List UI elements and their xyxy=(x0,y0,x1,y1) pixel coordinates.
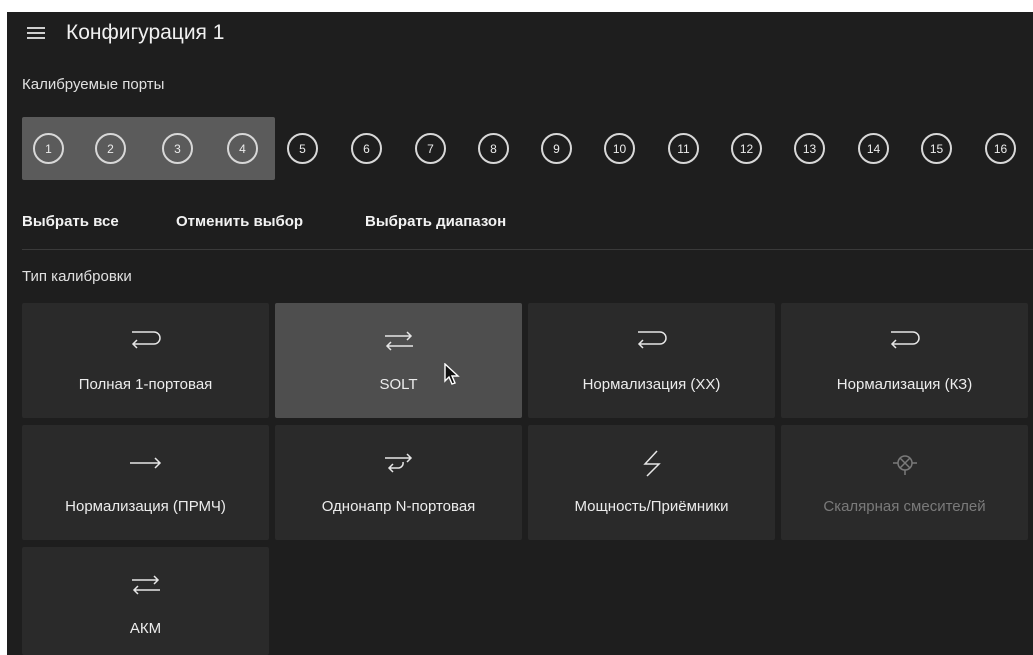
bidirectional-arrows-icon xyxy=(131,575,160,595)
port-9-button[interactable]: 9 xyxy=(541,133,572,164)
deselect-button[interactable]: Отменить выбор xyxy=(176,213,303,230)
tile-label: Мощность/Приёмники xyxy=(574,498,729,515)
tile-akm[interactable]: АКМ xyxy=(22,547,269,655)
port-15-button[interactable]: 15 xyxy=(921,133,952,164)
right-arrow-icon xyxy=(129,457,161,469)
tile-normalization-open[interactable]: Нормализация (XX) xyxy=(528,303,775,418)
one-path-arrow-icon xyxy=(384,453,412,473)
tile-normalization-transmission[interactable]: Нормализация (ПРМЧ) xyxy=(22,425,269,540)
tile-power-receivers[interactable]: Мощность/Приёмники xyxy=(528,425,775,540)
port-16-button[interactable]: 16 xyxy=(985,133,1016,164)
port-12-button[interactable]: 12 xyxy=(731,133,762,164)
port-11-button[interactable]: 11 xyxy=(668,133,699,164)
divider xyxy=(22,249,1033,250)
tile-scalar-mixer[interactable]: Скалярная смесителей xyxy=(781,425,1028,540)
port-2-button[interactable]: 2 xyxy=(95,133,126,164)
tile-label: Нормализация (ПРМЧ) xyxy=(65,498,226,515)
page-title: Конфигурация 1 xyxy=(66,21,225,44)
select-range-button[interactable]: Выбрать диапазон xyxy=(365,213,506,230)
port-1-button[interactable]: 1 xyxy=(33,133,64,164)
port-14-button[interactable]: 14 xyxy=(858,133,889,164)
tile-label: Однонапр N-портовая xyxy=(321,498,476,515)
port-13-button[interactable]: 13 xyxy=(794,133,825,164)
port-7-button[interactable]: 7 xyxy=(415,133,446,164)
lightning-icon xyxy=(642,450,661,477)
port-6-button[interactable]: 6 xyxy=(351,133,382,164)
u-turn-icon xyxy=(131,331,161,349)
hamburger-menu-icon[interactable] xyxy=(27,27,45,39)
port-4-button[interactable]: 4 xyxy=(227,133,258,164)
tile-label: SOLT xyxy=(379,376,418,393)
u-turn-icon xyxy=(890,331,920,349)
tile-label: Нормализация (XX) xyxy=(582,376,721,393)
tile-label: Нормализация (КЗ) xyxy=(836,376,973,393)
tile-full-1-port[interactable]: Полная 1-портовая xyxy=(22,303,269,418)
tile-one-path-n-port[interactable]: Однонапр N-портовая xyxy=(275,425,522,540)
header: Конфигурация 1 xyxy=(7,12,1033,54)
port-8-button[interactable]: 8 xyxy=(478,133,509,164)
mixer-icon xyxy=(892,455,917,475)
select-all-button[interactable]: Выбрать все xyxy=(22,213,119,230)
tile-label: Полная 1-портовая xyxy=(78,376,213,393)
tile-label: Скалярная смесителей xyxy=(823,498,986,515)
calibration-config-panel: Конфигурация 1 Калибруемые порты 1 2 3 4… xyxy=(7,12,1033,655)
ports-section-label: Калибруемые порты xyxy=(22,76,165,93)
port-3-button[interactable]: 3 xyxy=(162,133,193,164)
tile-label: АКМ xyxy=(129,620,162,637)
calibration-type-label: Тип калибровки xyxy=(22,268,132,285)
port-5-button[interactable]: 5 xyxy=(287,133,318,164)
tile-solt[interactable]: SOLT xyxy=(275,303,522,418)
port-10-button[interactable]: 10 xyxy=(604,133,635,164)
u-turn-icon xyxy=(637,331,667,349)
tile-normalization-short[interactable]: Нормализация (КЗ) xyxy=(781,303,1028,418)
bidirectional-arrows-icon xyxy=(384,331,413,351)
